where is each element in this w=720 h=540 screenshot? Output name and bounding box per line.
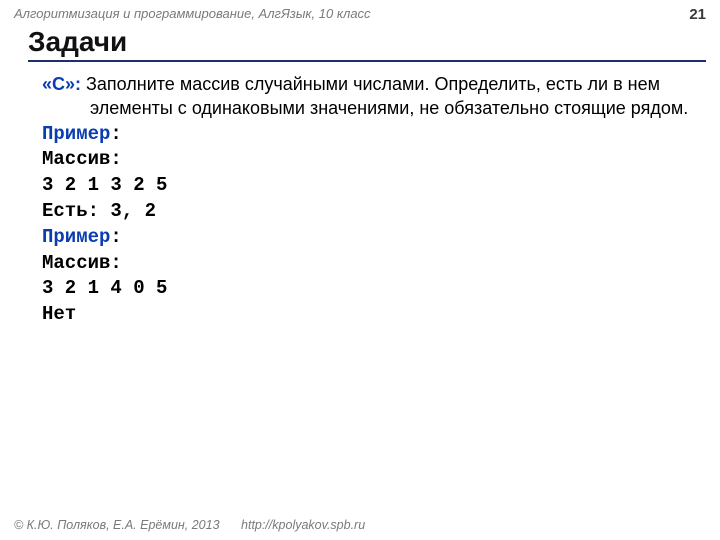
header-meta: Алгоритмизация и программирование, АлгЯз… [14,6,371,21]
example-label: Пример [42,226,110,248]
task-label: «С»: [42,74,81,94]
example-line: 3 2 1 4 0 5 [42,276,692,302]
footer: © К.Ю. Поляков, Е.А. Ерёмин, 2013 http:/… [14,518,365,532]
example-label: Пример [42,123,110,145]
task-text: Заполните массив случайными числами. Опр… [81,74,688,118]
example-line: Массив: [42,147,692,173]
example-colon: : [110,123,121,145]
example-colon: : [110,226,121,248]
page-number: 21 [689,6,706,23]
footer-url: http://kpolyakov.spb.ru [241,518,365,532]
example-block-1: Пример: Массив: 3 2 1 3 2 5 Есть: 3, 2 [42,121,692,225]
slide-body: «С»: Заполните массив случайными числами… [42,72,692,328]
example-line: 3 2 1 3 2 5 [42,173,692,199]
example-line: Нет [42,302,692,328]
example-line: Массив: [42,251,692,277]
slide: Алгоритмизация и программирование, АлгЯз… [0,0,720,540]
footer-authors: © К.Ю. Поляков, Е.А. Ерёмин, 2013 [14,518,220,532]
title-rule: Задачи [28,26,706,62]
page-title: Задачи [28,26,706,58]
task-block: «С»: Заполните массив случайными числами… [42,72,692,121]
example-block-2: Пример: Массив: 3 2 1 4 0 5 Нет [42,224,692,328]
example-line: Есть: 3, 2 [42,199,692,225]
